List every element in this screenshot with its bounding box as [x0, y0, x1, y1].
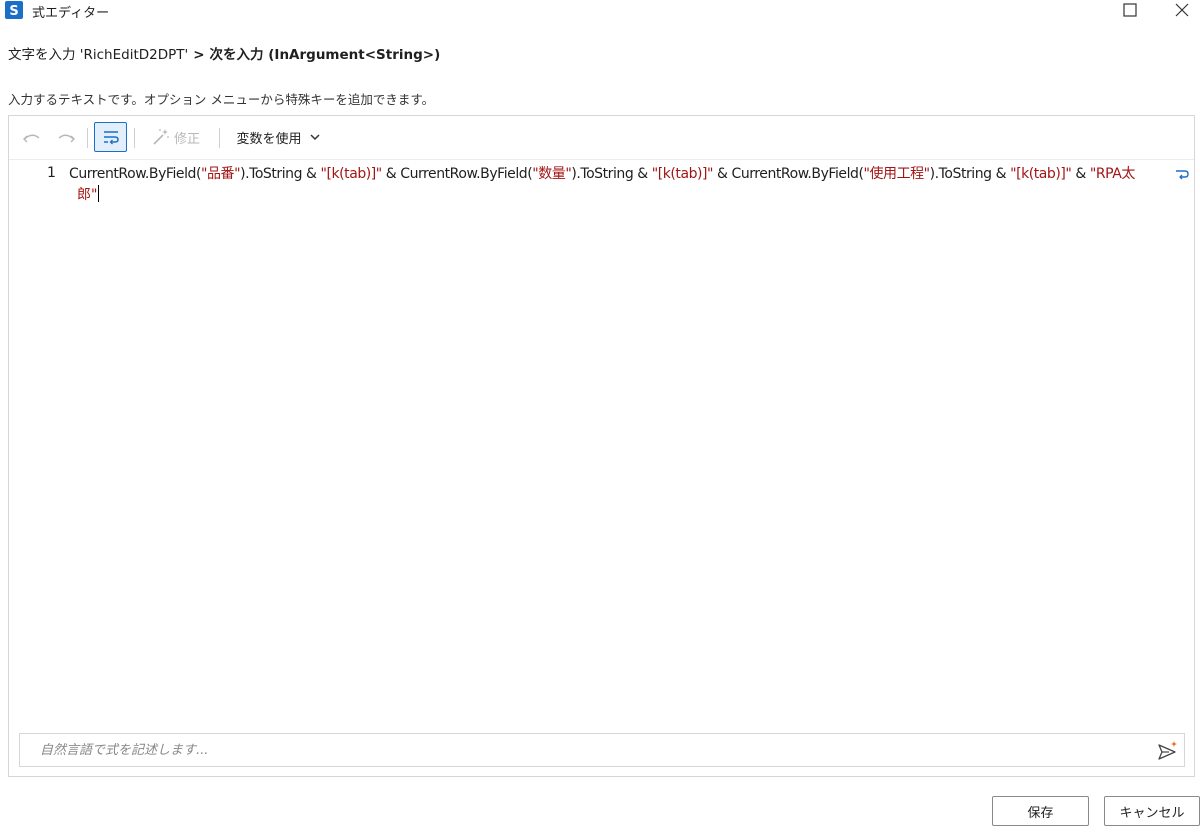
- uipath-studio-icon: S: [5, 1, 23, 19]
- word-wrap-icon: [103, 131, 119, 145]
- natural-language-input[interactable]: [38, 734, 1138, 766]
- line-number: 1: [47, 165, 56, 181]
- use-variables-label: 変数を使用: [236, 131, 302, 147]
- code-line-wrapped[interactable]: 郎": [77, 185, 100, 206]
- code-token: CurrentRow.ByField(: [69, 166, 201, 182]
- expression-editor-panel: 修正 変数を使用 1 CurrentRow.ByField("品番").ToSt…: [8, 115, 1195, 777]
- fix-button-label: 修正: [173, 131, 200, 147]
- use-variables-dropdown[interactable]: 変数を使用: [231, 123, 327, 151]
- code-token: ).ToString &: [240, 166, 321, 182]
- string-literal: "使用工程": [863, 166, 930, 182]
- undo-button[interactable]: [19, 123, 45, 151]
- string-literal: "[k(tab)]": [651, 166, 714, 182]
- code-token: & CurrentRow.ByField(: [713, 166, 864, 182]
- redo-button[interactable]: [53, 123, 79, 151]
- toolbar-separator: [219, 128, 220, 148]
- toolbar-separator: [87, 128, 88, 148]
- breadcrumb: 文字を入力 'RichEditD2DPT' > 次を入力 (InArgument<S…: [8, 43, 440, 63]
- save-button[interactable]: 保存: [992, 796, 1089, 826]
- window-title: 式エディター: [32, 6, 110, 21]
- breadcrumb-parent[interactable]: 文字を入力 'RichEditD2DPT': [8, 47, 188, 63]
- redo-icon: [58, 134, 75, 143]
- maximize-icon: [1123, 3, 1137, 17]
- breadcrumb-separator: >: [193, 47, 205, 63]
- natural-language-box: [19, 733, 1185, 767]
- string-literal: "数量": [532, 166, 572, 182]
- send-button[interactable]: [1157, 740, 1179, 762]
- cancel-button[interactable]: キャンセル: [1104, 796, 1200, 826]
- title-bar: S 式エディター: [0, 0, 1200, 22]
- magic-wand-icon: [153, 129, 169, 145]
- word-wrap-toggle[interactable]: [94, 122, 127, 152]
- code-line[interactable]: CurrentRow.ByField("品番").ToString & "[k(…: [69, 164, 1169, 185]
- string-literal: "[k(tab)]": [1010, 166, 1072, 182]
- close-button[interactable]: [1169, 0, 1195, 20]
- argument-description: 入力するテキストです。オプション メニューから特殊キーを追加できます。: [8, 92, 435, 107]
- breadcrumb-current: 次を入力 (InArgument<String>): [209, 47, 441, 63]
- toolbar-separator: [134, 128, 135, 148]
- text-caret: [98, 185, 100, 202]
- send-sparkle-icon: [1158, 741, 1177, 760]
- close-icon: [1175, 3, 1189, 17]
- fix-button[interactable]: 修正: [145, 123, 207, 151]
- string-literal: 郎": [77, 187, 98, 203]
- svg-text:S: S: [9, 4, 18, 19]
- code-token: & CurrentRow.ByField(: [381, 166, 533, 182]
- chevron-down-icon: [309, 134, 320, 141]
- undo-icon: [23, 134, 40, 143]
- code-token: ).ToString &: [929, 166, 1011, 182]
- string-literal: "品番": [200, 166, 241, 182]
- wrap-indicator-icon: [1176, 170, 1189, 180]
- maximize-button[interactable]: [1117, 0, 1143, 20]
- string-literal: "RPA太: [1089, 166, 1135, 182]
- code-token: ).ToString &: [571, 166, 652, 182]
- string-literal: "[k(tab)]": [320, 166, 382, 182]
- editor-toolbar: 修正 変数を使用: [9, 116, 1194, 159]
- code-editor[interactable]: 1 CurrentRow.ByField("品番").ToString & "[…: [9, 159, 1194, 729]
- code-token: &: [1071, 166, 1090, 182]
